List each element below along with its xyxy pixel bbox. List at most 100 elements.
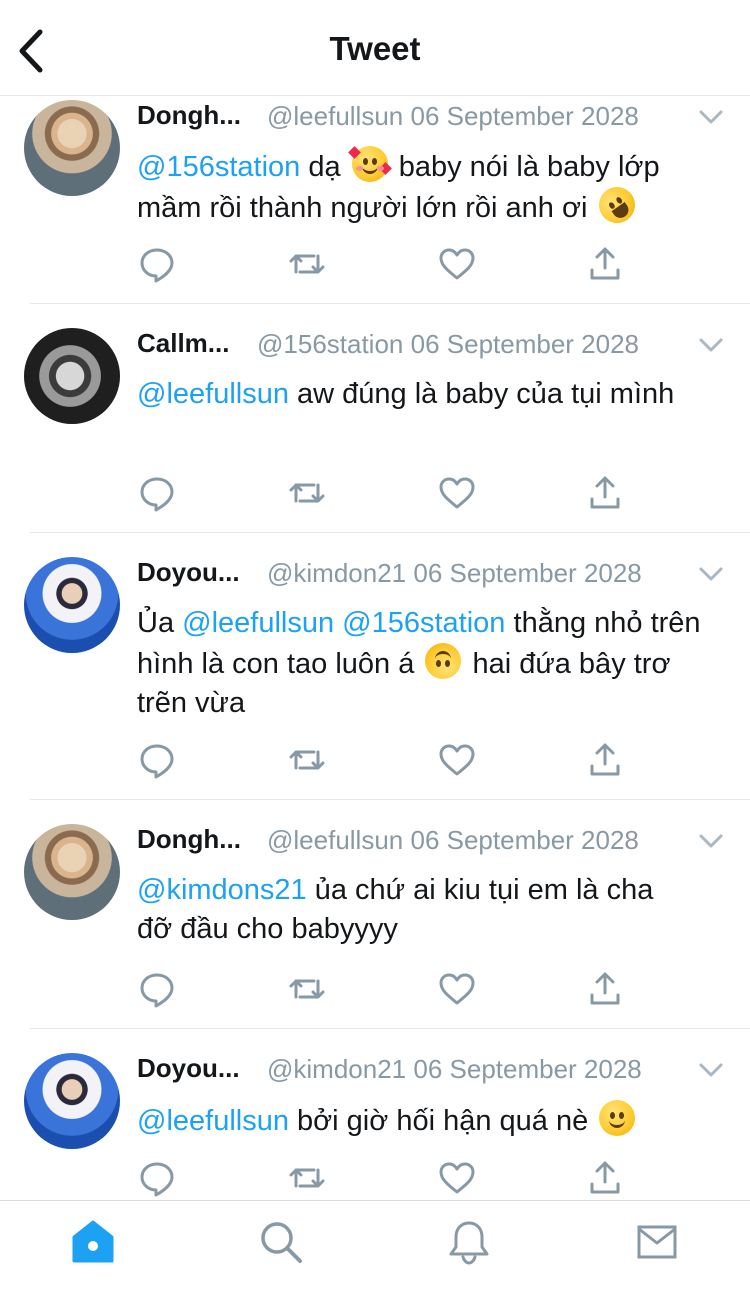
retweet-button[interactable]	[287, 1158, 327, 1198]
heart-icon	[439, 477, 475, 509]
tweet-actions	[137, 1158, 627, 1198]
handle[interactable]: @kimdon21	[267, 558, 406, 588]
retweet-icon	[289, 750, 325, 770]
handle-and-date: @leefullsun 06 September 2028	[267, 101, 639, 132]
share-button[interactable]	[585, 740, 625, 780]
tweet-item[interactable]: Dongh... @leefullsun 06 September 2028 @…	[0, 96, 750, 304]
timestamp: 06 September 2028	[413, 1054, 642, 1084]
reply-bubble-icon	[140, 248, 174, 283]
avatar[interactable]	[24, 824, 120, 920]
reply-button[interactable]	[137, 473, 177, 513]
retweet-icon	[289, 1168, 325, 1188]
handle[interactable]: @leefullsun	[267, 825, 403, 855]
retweet-icon	[289, 254, 325, 274]
bell-icon	[449, 1221, 489, 1265]
handle[interactable]: @leefullsun	[267, 101, 403, 131]
reply-bubble-icon	[140, 477, 174, 512]
avatar[interactable]	[24, 100, 120, 196]
tab-messages[interactable]	[634, 1219, 680, 1265]
tweet-item[interactable]: Doyou... @kimdon21 06 September 2028 Ủa …	[0, 533, 750, 800]
mention-link[interactable]: @leefullsun	[137, 378, 289, 410]
home-icon	[72, 1220, 114, 1263]
share-button[interactable]	[585, 244, 625, 284]
tweet-actions	[137, 244, 627, 284]
handle-and-date: @156station 06 September 2028	[257, 329, 639, 360]
avatar[interactable]	[24, 557, 120, 653]
tweet-text: @156station dạ baby nói là baby lớp mầm …	[137, 146, 727, 231]
bottom-tab-bar	[0, 1200, 750, 1301]
display-name[interactable]: Doyou...	[137, 557, 240, 588]
share-icon	[590, 972, 620, 1005]
handle-and-date: @kimdon21 06 September 2028	[267, 1054, 642, 1085]
share-icon	[590, 247, 620, 280]
share-button[interactable]	[585, 1158, 625, 1198]
avatar[interactable]	[24, 328, 120, 424]
heart-icon	[439, 744, 475, 776]
heart-icon	[439, 1162, 475, 1194]
tweet-text-segment: dạ	[300, 151, 349, 183]
like-button[interactable]	[437, 969, 477, 1009]
tweet-item[interactable]: Callm... @156station 06 September 2028 @…	[0, 304, 750, 533]
heart-icon	[439, 248, 475, 280]
retweet-button[interactable]	[287, 244, 327, 284]
chevron-down-icon[interactable]	[698, 336, 724, 354]
mention-link[interactable]: @leefullsun	[182, 607, 334, 639]
like-button[interactable]	[437, 740, 477, 780]
tweet-text: @leefullsun aw đúng là baby của tụi mình	[137, 375, 677, 414]
upside-down-face-icon	[425, 643, 462, 679]
retweet-button[interactable]	[287, 740, 327, 780]
chevron-down-icon[interactable]	[698, 832, 724, 850]
share-button[interactable]	[585, 969, 625, 1009]
chevron-down-icon[interactable]	[698, 565, 724, 583]
handle-and-date: @leefullsun 06 September 2028	[267, 825, 639, 856]
top-bar: Tweet	[0, 0, 750, 96]
handle[interactable]: @156station	[257, 329, 403, 359]
timestamp: 06 September 2028	[410, 101, 639, 131]
tweet-text: Ủa @leefullsun @156station thằng nhỏ trê…	[137, 604, 712, 723]
share-icon	[590, 1161, 620, 1194]
chevron-down-icon[interactable]	[698, 108, 724, 126]
handle[interactable]: @kimdon21	[267, 1054, 406, 1084]
chevron-down-icon[interactable]	[698, 1061, 724, 1079]
tab-home[interactable]	[70, 1219, 116, 1265]
share-button[interactable]	[585, 473, 625, 513]
reply-button[interactable]	[137, 244, 177, 284]
reply-button[interactable]	[137, 969, 177, 1009]
timestamp: 06 September 2028	[410, 825, 639, 855]
like-button[interactable]	[437, 1158, 477, 1198]
slightly-smiling-face-icon	[599, 1100, 636, 1136]
tab-search[interactable]	[258, 1219, 304, 1265]
tweet-thread[interactable]: Dongh... @leefullsun 06 September 2028 @…	[0, 96, 750, 1200]
share-icon	[590, 476, 620, 509]
tweet-text: @kimdons21 ủa chứ ai kiu tụi em là cha đ…	[137, 871, 667, 949]
retweet-button[interactable]	[287, 473, 327, 513]
tweet-item[interactable]: Dongh... @leefullsun 06 September 2028 @…	[0, 800, 750, 1029]
retweet-button[interactable]	[287, 969, 327, 1009]
timestamp: 06 September 2028	[410, 329, 640, 359]
tweet-actions	[137, 473, 627, 513]
reply-bubble-icon	[140, 744, 174, 779]
tweet-actions	[137, 969, 627, 1009]
tab-notifications[interactable]	[446, 1219, 492, 1265]
handle-and-date: @kimdon21 06 September 2028	[267, 558, 642, 589]
tweet-text-segment: bởi giờ hối hận quá nè	[288, 1105, 597, 1137]
reply-button[interactable]	[137, 740, 177, 780]
page-title: Tweet	[329, 30, 421, 67]
display-name[interactable]: Dongh...	[137, 100, 241, 131]
avatar[interactable]	[24, 1053, 120, 1149]
heart-icon	[439, 973, 475, 1005]
mention-link[interactable]: @156station	[342, 607, 505, 639]
mention-link[interactable]: @156station	[137, 151, 300, 183]
mention-link[interactable]: @kimdons21	[137, 874, 307, 906]
display-name[interactable]: Doyou...	[137, 1053, 240, 1084]
display-name[interactable]: Dongh...	[137, 824, 241, 855]
tweet-actions	[137, 740, 627, 780]
retweet-icon	[289, 979, 325, 999]
display-name[interactable]: Callm...	[137, 328, 229, 359]
reply-button[interactable]	[137, 1158, 177, 1198]
mention-link[interactable]: @leefullsun	[137, 1105, 289, 1137]
tweet-item[interactable]: Doyou... @kimdon21 06 September 2028 @le…	[0, 1029, 750, 1200]
like-button[interactable]	[437, 244, 477, 284]
like-button[interactable]	[437, 473, 477, 513]
tweet-text-segment: aw đúng là baby của tụi mình	[288, 378, 675, 410]
